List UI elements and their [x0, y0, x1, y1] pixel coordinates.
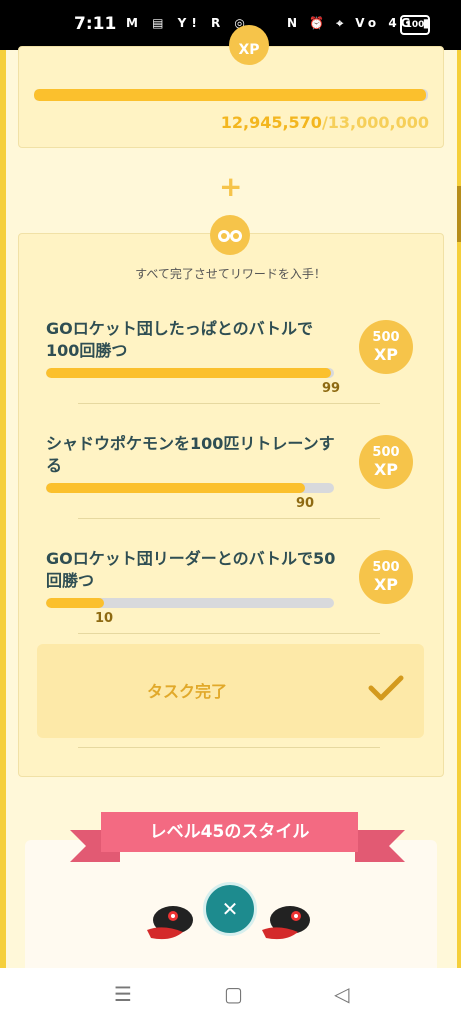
- task-xp-reward: 500 XP: [359, 435, 413, 489]
- xp-target: /13,000,000: [321, 113, 429, 132]
- home-icon[interactable]: ▢: [224, 982, 243, 1006]
- task-divider: [78, 518, 380, 519]
- task-progress-bar: [46, 368, 334, 378]
- xp-unit: XP: [373, 460, 399, 479]
- research-screen[interactable]: XP 12,945,570/13,000,000 + すべて完了させてリワードを…: [0, 25, 461, 1000]
- task-title: シャドウポケモンを100匹リトレーンする: [46, 434, 335, 475]
- complete-button-label: タスク完了: [146, 682, 227, 701]
- task-progress-bar: [46, 598, 334, 608]
- scrollbar[interactable]: [457, 186, 461, 242]
- complete-tasks-button[interactable]: タスク完了: [37, 644, 424, 738]
- xp-unit: XP: [373, 345, 399, 364]
- task-progress-count: 99: [322, 381, 341, 396]
- plus-icon: +: [219, 170, 243, 203]
- task-progress-bar: [46, 483, 334, 493]
- task-progress-fill: [46, 368, 332, 378]
- xp-amount: 500: [372, 445, 400, 460]
- checkmark-icon: [368, 675, 404, 701]
- xp-progress-bar: [34, 89, 428, 101]
- task-title: GOロケット団リーダーとのバトルで50回勝つ: [46, 549, 336, 590]
- back-icon[interactable]: ◁: [334, 982, 349, 1006]
- close-button[interactable]: ✕: [203, 882, 257, 936]
- battery-icon: 100: [400, 15, 430, 35]
- xp-current: 12,945,570: [220, 113, 322, 132]
- xp-progress-text: 12,945,570/13,000,000: [221, 113, 429, 132]
- xp-badge: XP: [229, 25, 269, 65]
- cap-icon: [147, 906, 193, 940]
- style-title-ribbon: レベル45のスタイル: [101, 812, 358, 852]
- goggles-icon: [210, 215, 250, 255]
- task-divider: [78, 633, 380, 634]
- task-progress-fill: [46, 598, 104, 608]
- close-icon: ✕: [221, 897, 239, 921]
- xp-amount: 500: [372, 560, 400, 575]
- status-time: 7:11: [74, 14, 117, 34]
- task-instruction: すべて完了させてリワードを入手！: [135, 267, 326, 281]
- task-xp-reward: 500 XP: [359, 320, 413, 374]
- task-progress-count: 90: [296, 496, 315, 511]
- menu-icon[interactable]: ☰: [114, 982, 132, 1006]
- left-border: [0, 50, 6, 968]
- card-bottom-divider: [78, 747, 380, 748]
- xp-card: XP 12,945,570/13,000,000: [18, 25, 444, 148]
- task-progress-fill: [46, 483, 306, 493]
- ribbon-tail-right: [355, 830, 405, 862]
- xp-unit: XP: [373, 575, 399, 594]
- notification-icons: M ▤ Y! R ◎: [126, 16, 250, 30]
- task-xp-reward: 500 XP: [359, 550, 413, 604]
- navigation-bar: ☰ ▢ ◁: [0, 968, 461, 1024]
- task-title: GOロケット団したっぱとのバトルで100回勝つ: [46, 319, 314, 360]
- xp-amount: 500: [372, 330, 400, 345]
- task-progress-count: 10: [95, 611, 114, 626]
- task-divider: [78, 403, 380, 404]
- xp-progress-fill: [34, 89, 427, 101]
- cap-icon: [262, 906, 310, 940]
